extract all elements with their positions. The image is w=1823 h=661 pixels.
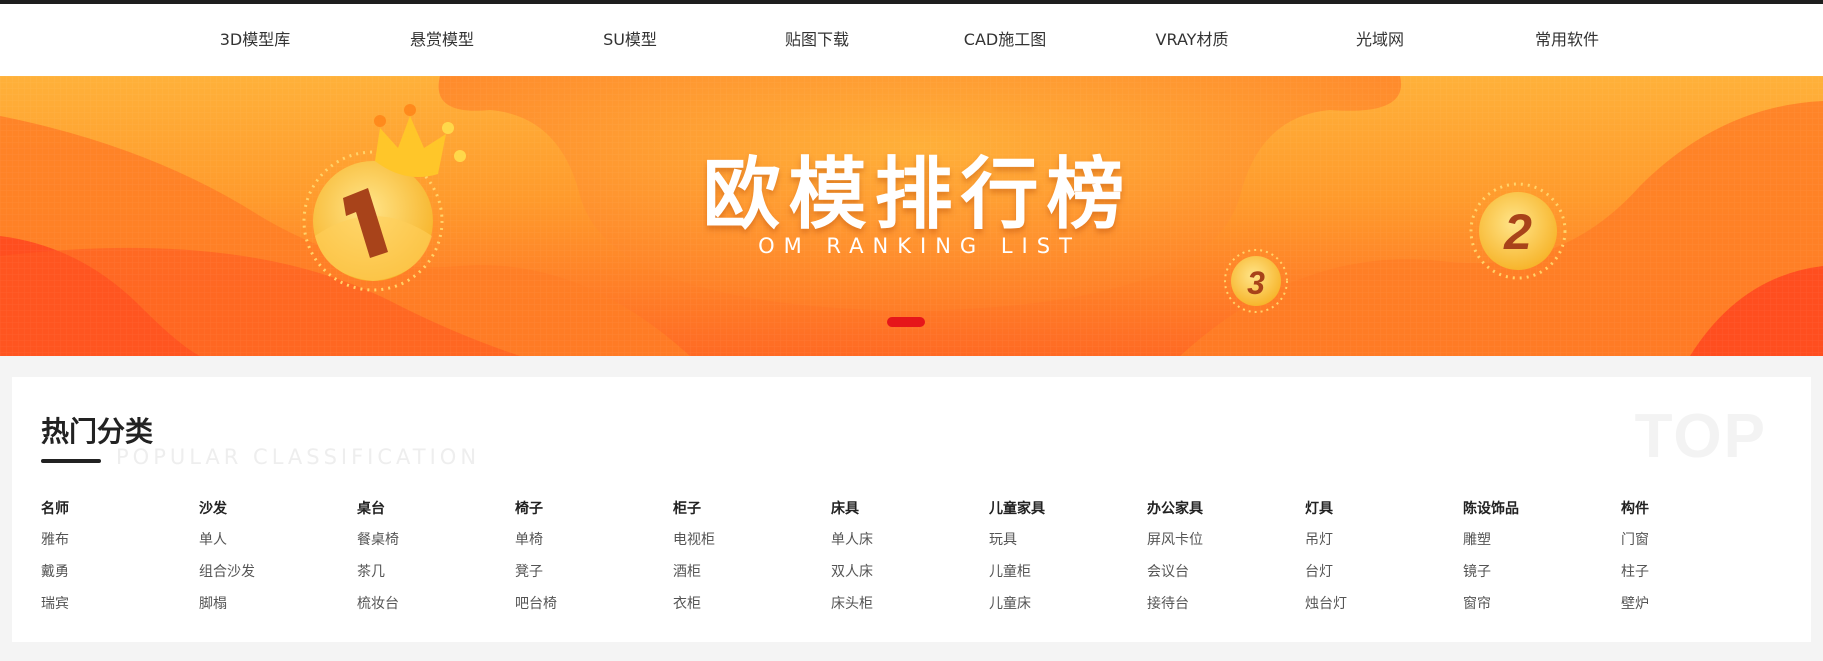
category-link[interactable]: 会议台 [1147,562,1297,582]
category-column: 床具 单人床 双人床 床头柜 [831,499,981,626]
nav-item-textures[interactable]: 贴图下载 [737,4,897,76]
category-link[interactable]: 双人床 [831,562,981,582]
category-link[interactable]: 戴勇 [41,562,191,582]
category-link[interactable]: 瑞宾 [41,594,191,614]
top-watermark: TOP [1634,402,1767,471]
category-link[interactable]: 玩具 [989,530,1139,550]
category-link[interactable]: 衣柜 [673,594,823,614]
category-link[interactable]: 雕塑 [1463,530,1613,550]
category-heading[interactable]: 灯具 [1305,499,1455,519]
category-link[interactable]: 烛台灯 [1305,594,1455,614]
popular-categories-panel: 热门分类 POPULAR CLASSIFICATION TOP 名师 雅布 戴勇… [12,377,1811,642]
carousel-dot-active[interactable] [887,317,925,327]
category-column: 构件 门窗 柱子 壁炉 [1621,499,1771,626]
category-link[interactable]: 镜子 [1463,562,1613,582]
category-link[interactable]: 酒柜 [673,562,823,582]
category-column: 办公家具 屏风卡位 会议台 接待台 [1147,499,1297,626]
category-link[interactable]: 单椅 [515,530,665,550]
category-link[interactable]: 柱子 [1621,562,1771,582]
category-link[interactable]: 雅布 [41,530,191,550]
nav-item-software[interactable]: 常用软件 [1487,4,1647,76]
category-column: 名师 雅布 戴勇 瑞宾 [41,499,191,626]
section-title: 热门分类 [41,415,154,448]
svg-text:3: 3 [1247,265,1265,301]
nav-item-3d-models[interactable]: 3D模型库 [175,4,335,76]
category-link[interactable]: 儿童床 [989,594,1139,614]
nav-item-cad-drawings[interactable]: CAD施工图 [925,4,1085,76]
category-link[interactable]: 吧台椅 [515,594,665,614]
category-column: 沙发 单人 组合沙发 脚榻 [199,499,349,626]
category-heading[interactable]: 桌台 [357,499,507,519]
category-link[interactable]: 床头柜 [831,594,981,614]
main-nav: 3D模型库 悬赏模型 SU模型 贴图下载 CAD施工图 VRAY材质 光域网 常… [0,4,1823,76]
category-link[interactable]: 吊灯 [1305,530,1455,550]
nav-item-su-models[interactable]: SU模型 [550,4,710,76]
category-link[interactable]: 单人床 [831,530,981,550]
category-heading[interactable]: 陈设饰品 [1463,499,1613,519]
category-link[interactable]: 电视柜 [673,530,823,550]
category-column: 陈设饰品 雕塑 镜子 窗帘 [1463,499,1613,626]
category-link[interactable]: 窗帘 [1463,594,1613,614]
category-link[interactable]: 组合沙发 [199,562,349,582]
nav-item-bounty-models[interactable]: 悬赏模型 [362,4,522,76]
category-heading[interactable]: 沙发 [199,499,349,519]
category-column: 椅子 单椅 凳子 吧台椅 [515,499,665,626]
category-column: 柜子 电视柜 酒柜 衣柜 [673,499,823,626]
category-link[interactable]: 门窗 [1621,530,1771,550]
category-link[interactable]: 餐桌椅 [357,530,507,550]
category-link[interactable]: 儿童柜 [989,562,1139,582]
banner-title: 欧模排行榜 [702,150,1133,240]
category-link[interactable]: 屏风卡位 [1147,530,1297,550]
category-link[interactable]: 凳子 [515,562,665,582]
category-heading[interactable]: 构件 [1621,499,1771,519]
category-link[interactable]: 脚榻 [199,594,349,614]
category-link[interactable]: 茶几 [357,562,507,582]
nav-item-ies-lights[interactable]: 光域网 [1300,4,1460,76]
category-link[interactable]: 接待台 [1147,594,1297,614]
category-link[interactable]: 梳妆台 [357,594,507,614]
category-heading[interactable]: 床具 [831,499,981,519]
category-column: 儿童家具 玩具 儿童柜 儿童床 [989,499,1139,626]
nav-item-vray-materials[interactable]: VRAY材质 [1112,4,1272,76]
category-column: 桌台 餐桌椅 茶几 梳妆台 [357,499,507,626]
category-heading[interactable]: 椅子 [515,499,665,519]
category-link[interactable]: 台灯 [1305,562,1455,582]
category-heading[interactable]: 儿童家具 [989,499,1139,519]
category-heading[interactable]: 名师 [41,499,191,519]
banner-subtitle: OM RANKING LIST [758,234,1081,258]
ranking-banner[interactable]: 2 3 欧模排行榜 OM RANKING LIST [0,76,1823,356]
category-heading[interactable]: 柜子 [673,499,823,519]
category-link[interactable]: 壁炉 [1621,594,1771,614]
section-subtitle: POPULAR CLASSIFICATION [116,445,481,469]
section-title-underline [41,459,101,463]
category-heading[interactable]: 办公家具 [1147,499,1297,519]
category-link[interactable]: 单人 [199,530,349,550]
category-column: 灯具 吊灯 台灯 烛台灯 [1305,499,1455,626]
